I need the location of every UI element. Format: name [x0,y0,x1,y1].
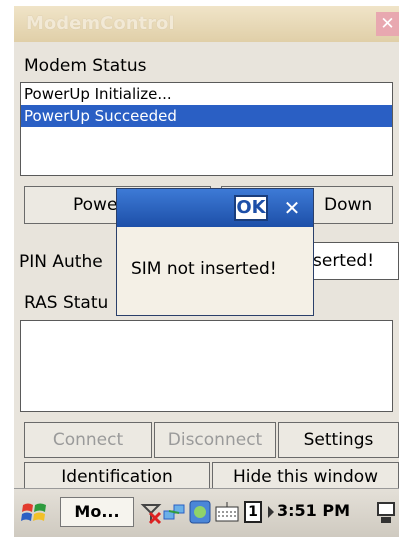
power-up-label: Powe [73,195,118,215]
connect-button[interactable]: Connect [24,422,152,458]
pin-status-value: serted! [313,251,375,271]
window-close-icon[interactable]: ✕ [376,12,399,36]
keyboard-icon[interactable] [214,499,240,525]
dialog-message: SIM not inserted! [131,259,277,279]
taskbar-clock[interactable]: 3:51 PM [277,501,350,520]
ras-status-label: RAS Statu [24,293,109,313]
modem-status-label: Modem Status [24,56,147,76]
disconnect-button[interactable]: Disconnect [154,422,276,458]
screen-icon[interactable] [376,501,396,525]
sync-icon[interactable] [188,499,212,525]
windows-start-icon[interactable] [20,499,48,527]
desktop-counter[interactable]: 1 [244,501,262,523]
arrow-icon[interactable] [266,505,276,519]
pin-status-field: serted! [304,242,399,280]
power-down-label: Down [324,195,373,215]
ras-status-box [20,320,393,412]
window-title: ModemControl [26,13,175,34]
taskbar-app-button[interactable]: Mo... [60,497,134,527]
dialog-ok-button[interactable]: OK [234,195,268,221]
taskbar: Mo... 1 3:51 PM [14,488,399,537]
list-item[interactable]: PowerUp Initialize... [21,83,392,105]
window-titlebar: ModemControl ✕ [14,6,399,42]
network-icon[interactable] [162,501,186,525]
sim-error-dialog: OK ✕ SIM not inserted! [116,188,314,316]
list-item-selected[interactable]: PowerUp Succeeded [21,105,392,127]
modem-status-list[interactable]: PowerUp Initialize... PowerUp Succeeded [20,82,393,176]
no-signal-icon[interactable] [140,501,162,525]
settings-button[interactable]: Settings [278,422,399,458]
dialog-close-icon[interactable]: ✕ [275,195,309,221]
pin-auth-label: PIN Authe [19,252,103,272]
dialog-titlebar: OK ✕ [117,189,313,227]
